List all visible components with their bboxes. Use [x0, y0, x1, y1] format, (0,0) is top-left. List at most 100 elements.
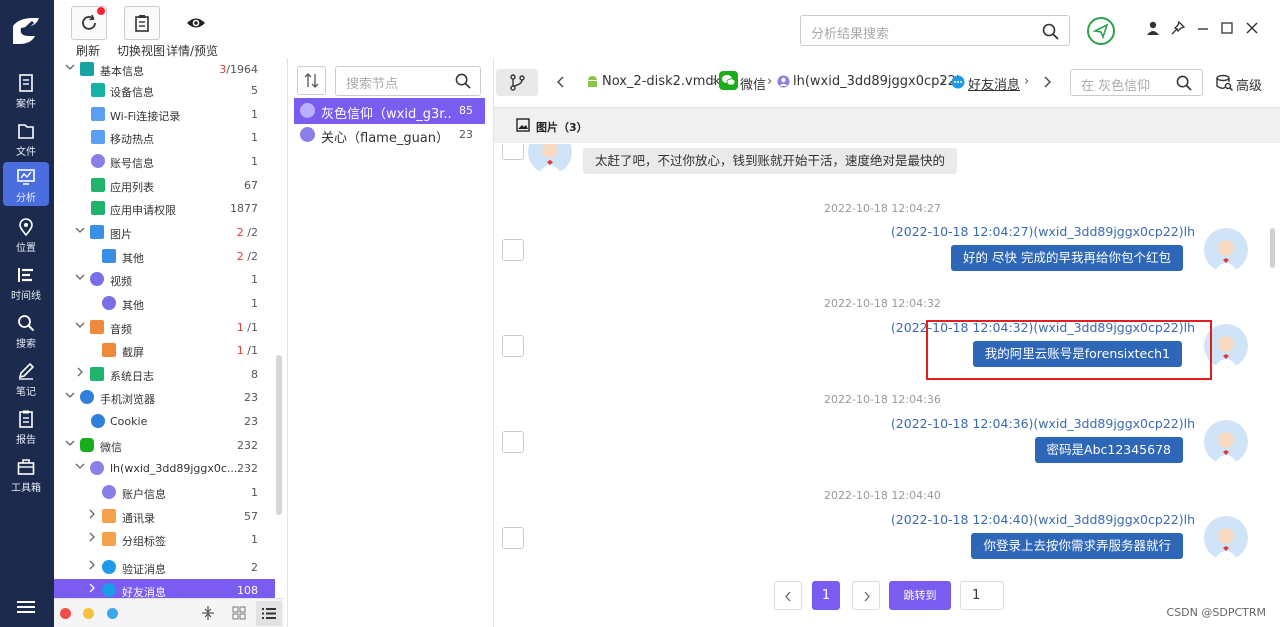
breadcrumb-disk[interactable]: Nox_2-disk2.vmdk: [602, 74, 721, 89]
close-icon[interactable]: [1244, 20, 1260, 36]
chat-scrollbar[interactable]: [1270, 228, 1275, 268]
nav-report[interactable]: 报告: [3, 404, 49, 448]
yellow-dot-icon[interactable]: [83, 608, 94, 619]
tab-images[interactable]: 图片（3）: [536, 119, 588, 135]
chevron-down-icon[interactable]: [65, 438, 75, 448]
tree-row-account[interactable]: 账号信息 1: [54, 150, 284, 173]
advanced-label[interactable]: 高级: [1236, 75, 1262, 94]
contact-search-input[interactable]: 在 灰色信仰: [1070, 69, 1203, 96]
tree-row-images[interactable]: 图片 2 /2: [54, 221, 284, 244]
tree-row-system-log[interactable]: 系统日志 8: [54, 363, 284, 386]
sort-button[interactable]: [297, 66, 326, 95]
tree-row-wechat-account[interactable]: lh(wxid_3dd89jggx0c... 232: [54, 457, 284, 480]
contact-item[interactable]: 关心（flame_guan） 23: [294, 122, 485, 148]
nav-notes[interactable]: 笔记: [3, 356, 49, 400]
tree-row-screenshot[interactable]: 截屏 1 /1: [54, 339, 284, 362]
tree-row-verify-msg[interactable]: 验证消息 2: [54, 556, 284, 579]
goto-page-input[interactable]: 1: [960, 581, 1004, 610]
tree-row-cookie[interactable]: Cookie 23: [54, 410, 284, 433]
nav-analysis[interactable]: 分析: [3, 162, 49, 206]
tree-row-video[interactable]: 视频 1: [54, 268, 284, 291]
tree-row-video-other[interactable]: 其他 1: [54, 292, 284, 315]
pin-icon[interactable]: [1170, 20, 1186, 36]
send-plane-icon[interactable]: [1086, 16, 1116, 46]
branch-icon: [510, 74, 525, 91]
page-number-button[interactable]: 1: [812, 581, 840, 610]
blue-dot-icon[interactable]: [107, 608, 118, 619]
chevron-down-icon[interactable]: [75, 272, 85, 282]
chevron-down-icon[interactable]: [75, 461, 85, 471]
message-sender: (2022-10-18 12:04:27)(wxid_3dd89jggx0cp2…: [890, 224, 1195, 239]
chat-bubble-icon: [102, 583, 116, 597]
chevron-down-icon[interactable]: [65, 390, 75, 400]
global-search-input[interactable]: 分析结果搜索: [800, 15, 1070, 46]
tree-scrollbar[interactable]: [276, 355, 282, 515]
minimize-icon[interactable]: [1195, 20, 1211, 36]
collapse-icon[interactable]: [200, 605, 216, 621]
tree-row-audio[interactable]: 音频 1 /1: [54, 316, 284, 339]
tree-row-wechat[interactable]: 微信 232: [54, 434, 284, 457]
tree-row-basic-info[interactable]: 基本信息 3/1964: [54, 58, 284, 81]
breadcrumb-account[interactable]: lh(wxid_3dd89jggx0cp22): [793, 74, 961, 89]
tree-row-account-info[interactable]: 账户信息 1: [54, 481, 284, 504]
tree-count: 3/1964: [219, 63, 258, 76]
message-checkbox[interactable]: [502, 335, 524, 357]
nav-files[interactable]: 文件: [3, 116, 49, 160]
chevron-left-icon[interactable]: [556, 76, 566, 88]
tree-row-app-list[interactable]: 应用列表 67: [54, 174, 284, 197]
search-icon: [1176, 75, 1192, 91]
chevron-right-icon[interactable]: [87, 532, 97, 542]
nav-location[interactable]: 位置: [3, 212, 49, 256]
chevron-right-icon[interactable]: [1042, 76, 1052, 88]
node-search-input[interactable]: 搜索节点: [335, 66, 481, 96]
chevron-right-icon[interactable]: [87, 560, 97, 570]
switch-view-button[interactable]: [124, 6, 160, 40]
tree-row-app-permissions[interactable]: 应用申请权限 1877: [54, 197, 284, 220]
breadcrumb-friend-msg[interactable]: 好友消息: [968, 74, 1020, 93]
chevron-down-icon[interactable]: [75, 225, 85, 235]
global-search-placeholder: 分析结果搜索: [811, 27, 890, 42]
advanced-search-icon[interactable]: [1216, 74, 1233, 91]
chevron-down-icon[interactable]: [65, 62, 75, 72]
detail-preview-button[interactable]: [177, 6, 213, 40]
next-page-button[interactable]: [852, 581, 880, 610]
list-view-button[interactable]: [256, 601, 282, 626]
tree-label: 音频: [110, 323, 132, 336]
tree-row-friend-msg[interactable]: 好友消息 108: [54, 579, 275, 598]
tree-row-group-tags[interactable]: 分组标签 1: [54, 528, 284, 551]
device-icon: [91, 83, 105, 97]
contact-avatar-icon: [300, 127, 315, 142]
chevron-right-icon[interactable]: [87, 583, 97, 593]
nav-case[interactable]: 案件: [3, 68, 49, 112]
goto-page-button[interactable]: 跳转到: [889, 581, 951, 610]
tree-row-device-info[interactable]: 设备信息 5: [54, 79, 284, 102]
tree-row-wifi[interactable]: Wi-Fi连接记录 1: [54, 103, 284, 126]
tree-count: 1: [251, 533, 258, 546]
screenshot-icon: [102, 343, 116, 357]
red-dot-icon[interactable]: [60, 608, 71, 619]
message-checkbox[interactable]: [502, 527, 524, 549]
breadcrumb-wechat[interactable]: 微信: [740, 74, 766, 93]
message-checkbox[interactable]: [502, 239, 524, 261]
tree-count: 67: [244, 179, 258, 192]
hamburger-menu-icon[interactable]: [17, 600, 35, 614]
message-checkbox[interactable]: [502, 431, 524, 453]
prev-page-button[interactable]: [774, 581, 802, 610]
nav-timeline[interactable]: 时间线: [3, 260, 49, 304]
maximize-icon[interactable]: [1219, 20, 1235, 36]
tree-row-contacts[interactable]: 通讯录 57: [54, 505, 284, 528]
nav-toolbox[interactable]: 工具箱: [3, 452, 49, 496]
chevron-right-icon[interactable]: [75, 367, 85, 377]
tree-footer: [54, 598, 284, 627]
user-icon[interactable]: [1145, 20, 1161, 36]
grid-view-icon[interactable]: [232, 606, 246, 620]
tree-row-images-other[interactable]: 其他 2 /2: [54, 245, 284, 268]
chevron-right-icon[interactable]: [87, 509, 97, 519]
tree-row-hotspot[interactable]: 移动热点 1: [54, 126, 284, 149]
chevron-down-icon[interactable]: [75, 320, 85, 330]
nav-search[interactable]: 搜索: [3, 308, 49, 352]
contact-item[interactable]: 灰色信仰（wxid_g3r... 85: [294, 98, 485, 124]
branch-button[interactable]: [496, 69, 538, 96]
tree-row-browser[interactable]: 手机浏览器 23: [54, 386, 284, 409]
message-checkbox[interactable]: [502, 144, 524, 160]
